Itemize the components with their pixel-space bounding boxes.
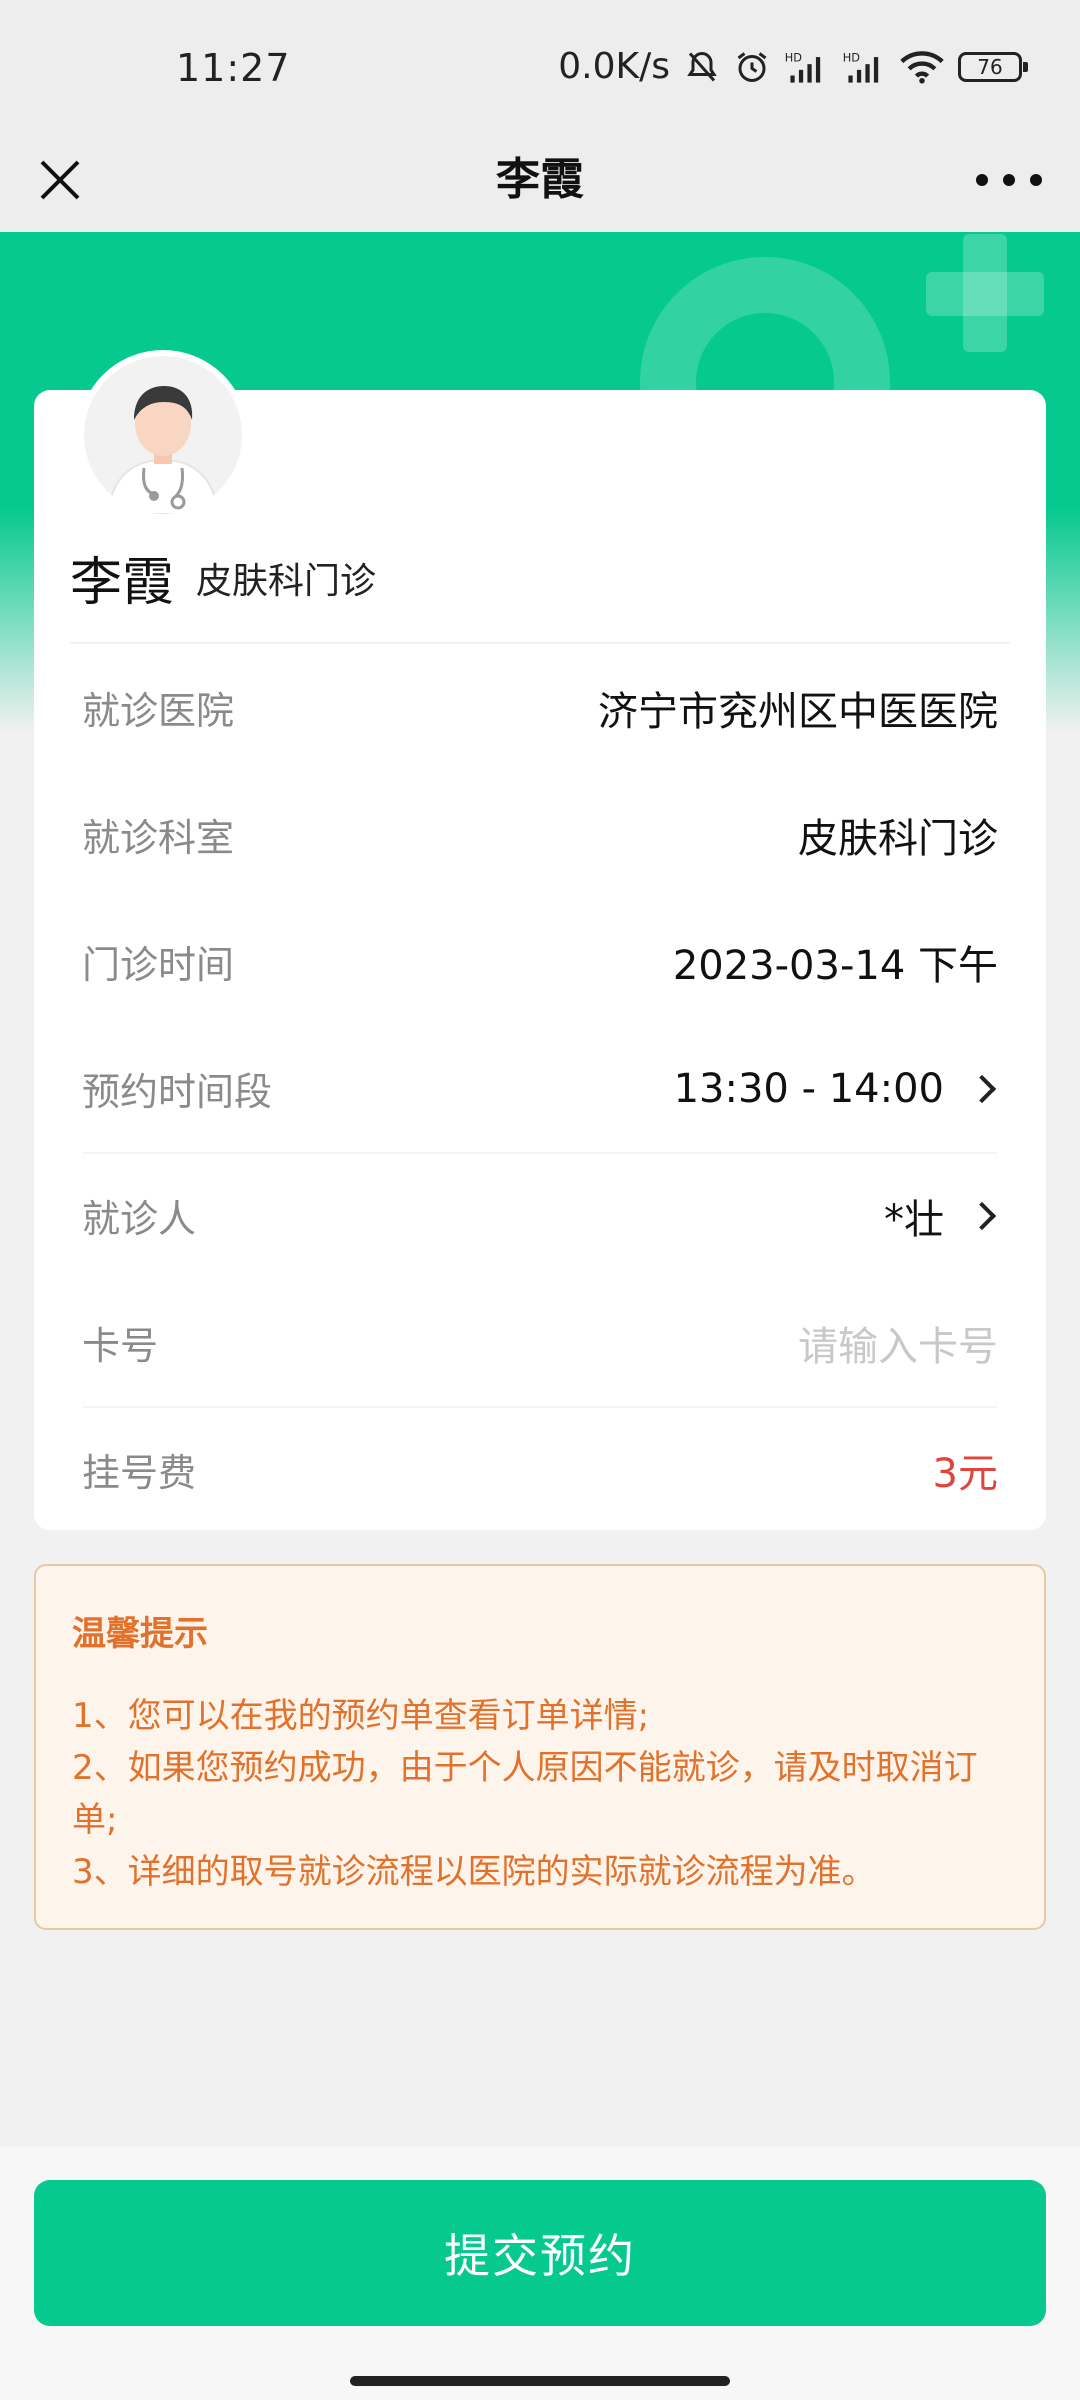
wifi-icon xyxy=(900,50,944,84)
patient-selector[interactable]: 就诊人 *壮 xyxy=(82,1152,998,1279)
row-value: 皮肤科门诊 xyxy=(798,815,998,862)
notice-body: 1、您可以在我的预约单查看订单详情; 2、如果您预约成功，由于个人原因不能就诊，… xyxy=(72,1690,1008,1898)
row-label: 预约时间段 xyxy=(82,1070,273,1114)
doctor-name: 李霞 xyxy=(70,553,175,613)
notice-line: 3、详细的取号就诊流程以医院的实际就诊流程为准。 xyxy=(72,1852,876,1892)
chevron-right-icon xyxy=(967,1074,997,1103)
svg-text:HD: HD xyxy=(843,50,861,64)
home-indicator[interactable] xyxy=(350,2376,730,2386)
more-icon[interactable] xyxy=(976,152,1042,208)
patient-value: *壮 xyxy=(884,1196,944,1243)
row-hospital: 就诊医院 济宁市兖州区中医医院 xyxy=(82,644,998,771)
row-label: 挂号费 xyxy=(82,1451,197,1495)
fee-value: 3元 xyxy=(932,1450,998,1497)
row-label: 就诊医院 xyxy=(82,689,235,733)
row-value-wrap: 13:30 - 14:00 xyxy=(674,1066,998,1112)
more-dot xyxy=(1003,174,1015,186)
hd-signal-icon: HD xyxy=(842,50,886,84)
status-time: 11:27 xyxy=(176,46,291,90)
page-title: 李霞 xyxy=(496,154,584,205)
row-clinic-time: 门诊时间 2023-03-14 下午 xyxy=(82,898,998,1025)
chevron-right-icon xyxy=(967,1201,997,1230)
bottom-bar: 提交预约 xyxy=(0,2146,1080,2400)
notice-line: 1、您可以在我的预约单查看订单详情; xyxy=(72,1696,650,1736)
notice-line: 2、如果您预约成功，由于个人原因不能就诊，请及时取消订单; xyxy=(72,1748,978,1840)
nav-bar: 李霞 xyxy=(0,130,1080,232)
battery-icon: 76 xyxy=(958,51,1028,82)
status-icons: 0.0K/s HD HD 76 xyxy=(558,46,1028,87)
row-label: 就诊人 xyxy=(82,1197,197,1241)
more-dot xyxy=(976,174,988,186)
time-slot-value: 13:30 - 14:00 xyxy=(673,1065,944,1112)
notice-title: 温馨提示 xyxy=(72,1614,208,1654)
row-value: 济宁市兖州区中医医院 xyxy=(598,688,998,735)
decor-plus-icon xyxy=(926,272,1044,316)
row-fee: 挂号费 3元 xyxy=(82,1406,998,1533)
hd-signal-icon: HD xyxy=(784,50,828,84)
row-label: 卡号 xyxy=(82,1324,159,1368)
mute-icon xyxy=(684,49,720,85)
row-label: 就诊科室 xyxy=(82,816,235,860)
status-bar: 11:27 0.0K/s HD HD 76 xyxy=(0,0,1080,130)
notice-box: 温馨提示 1、您可以在我的预约单查看订单详情; 2、如果您预约成功，由于个人原因… xyxy=(34,1564,1046,1930)
more-dot xyxy=(1030,174,1042,186)
doctor-avatar xyxy=(78,350,248,520)
doctor-department: 皮肤科门诊 xyxy=(196,561,377,602)
appointment-card: 李霞 皮肤科门诊 就诊医院 济宁市兖州区中医医院 就诊科室 皮肤科门诊 门诊时间… xyxy=(34,350,1046,1533)
row-value-wrap: *壮 xyxy=(884,1187,998,1245)
card-number-row: 卡号 请输入卡号 xyxy=(82,1279,998,1406)
card-number-input[interactable]: 请输入卡号 xyxy=(798,1314,998,1372)
net-speed: 0.0K/s xyxy=(558,46,670,87)
alarm-icon xyxy=(734,49,770,85)
time-slot-selector[interactable]: 预约时间段 13:30 - 14:00 xyxy=(82,1025,998,1152)
svg-text:HD: HD xyxy=(785,50,803,64)
row-department: 就诊科室 皮肤科门诊 xyxy=(82,771,998,898)
app-root: 11:27 0.0K/s HD HD 76 李霞 李霞 皮肤科门诊 就诊医院 济… xyxy=(0,0,1080,2400)
submit-appointment-button[interactable]: 提交预约 xyxy=(34,2180,1046,2326)
row-label: 门诊时间 xyxy=(82,943,235,987)
row-value: 2023-03-14 下午 xyxy=(672,942,998,989)
